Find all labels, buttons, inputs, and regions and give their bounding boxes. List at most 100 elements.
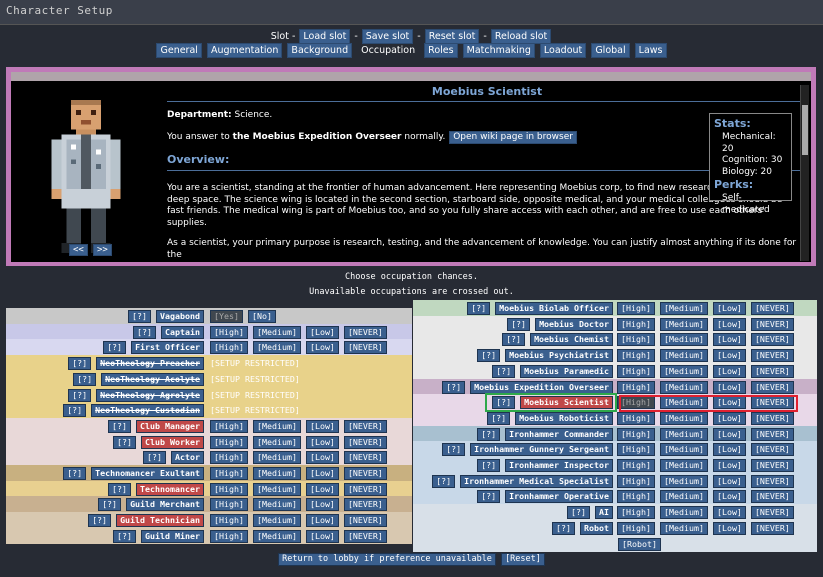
level-never-button[interactable]: [NEVER] <box>343 435 387 449</box>
level-low-button[interactable]: [Low] <box>712 459 746 472</box>
level-medium-button[interactable]: [Medium] <box>659 521 708 535</box>
return-to-lobby-button[interactable]: Return to lobby if preference unavailabl… <box>278 553 496 566</box>
level-high-button[interactable]: [High] <box>210 341 248 355</box>
level-high-button[interactable]: [High] <box>210 419 248 433</box>
level-low-button[interactable]: [Low] <box>305 435 339 449</box>
reload-slot-button[interactable]: Reload slot <box>490 29 552 44</box>
level-medium-button[interactable]: [Medium] <box>659 490 708 504</box>
help-button[interactable]: [?] <box>492 364 516 378</box>
level-never-button[interactable]: [NEVER] <box>750 474 794 488</box>
level-never-button[interactable]: [NEVER] <box>343 529 387 543</box>
level-medium-button[interactable]: [Medium] <box>659 427 708 441</box>
save-slot-button[interactable]: Save slot <box>361 29 414 44</box>
help-button[interactable]: [?] <box>63 467 87 480</box>
tab-global[interactable]: Global <box>591 43 630 58</box>
open-wiki-button[interactable]: Open wiki page in browser <box>449 130 577 144</box>
level-high-button[interactable]: [High] <box>617 521 655 535</box>
level-high-button[interactable]: [High] <box>210 498 248 512</box>
help-button[interactable]: [?] <box>73 372 97 386</box>
next-sprite-button[interactable]: >> <box>93 244 112 256</box>
level-never-button[interactable]: [NEVER] <box>750 349 794 363</box>
level-never-button[interactable]: [NEVER] <box>750 459 794 472</box>
level-never-button[interactable]: [NEVER] <box>750 380 794 394</box>
yes-button[interactable]: [Yes] <box>210 310 243 323</box>
level-never-button[interactable]: [NEVER] <box>750 490 794 504</box>
level-never-button[interactable]: [NEVER] <box>343 325 387 339</box>
tab-general[interactable]: General <box>156 43 202 58</box>
level-high-button[interactable]: [High] <box>617 317 655 331</box>
level-low-button[interactable]: [Low] <box>305 341 339 355</box>
level-high-button[interactable]: [High] <box>617 333 655 347</box>
level-high-button[interactable]: [High] <box>617 302 655 315</box>
help-button[interactable]: [?] <box>108 419 132 433</box>
level-medium-button[interactable]: [Medium] <box>659 474 708 488</box>
level-high-button[interactable]: [High] <box>210 325 248 339</box>
level-high-button[interactable]: [High] <box>617 490 655 504</box>
tab-roles[interactable]: Roles <box>424 43 458 58</box>
help-button[interactable]: [?] <box>552 521 576 535</box>
level-never-button[interactable]: [NEVER] <box>750 317 794 331</box>
robot-button[interactable]: [Robot] <box>618 537 661 551</box>
level-low-button[interactable]: [Low] <box>712 411 746 425</box>
level-low-button[interactable]: [Low] <box>712 443 746 457</box>
level-medium-button[interactable]: [Medium] <box>252 529 301 543</box>
level-high-button[interactable]: [High] <box>210 529 248 543</box>
level-never-button[interactable]: [NEVER] <box>343 451 387 465</box>
level-medium-button[interactable]: [Medium] <box>659 506 708 520</box>
level-low-button[interactable]: [Low] <box>712 506 746 520</box>
level-never-button[interactable]: [NEVER] <box>750 521 794 535</box>
help-button[interactable]: [?] <box>113 435 137 449</box>
level-medium-button[interactable]: [Medium] <box>252 435 301 449</box>
level-never-button[interactable]: [NEVER] <box>343 514 387 528</box>
level-low-button[interactable]: [Low] <box>305 529 339 543</box>
level-medium-button[interactable]: [Medium] <box>659 411 708 425</box>
level-medium-button[interactable]: [Medium] <box>659 380 708 394</box>
level-high-button[interactable]: [High] <box>617 349 655 363</box>
help-button[interactable]: [?] <box>63 404 87 418</box>
help-button[interactable]: [?] <box>128 310 152 323</box>
level-medium-button[interactable]: [Medium] <box>252 482 301 496</box>
level-low-button[interactable]: [Low] <box>305 482 339 496</box>
help-button[interactable]: [?] <box>88 514 112 528</box>
level-low-button[interactable]: [Low] <box>712 302 746 315</box>
help-button[interactable]: [?] <box>477 459 501 472</box>
help-button[interactable]: [?] <box>113 529 137 543</box>
load-slot-button[interactable]: Load slot <box>299 29 351 44</box>
level-never-button[interactable]: [NEVER] <box>343 498 387 512</box>
level-never-button[interactable]: [NEVER] <box>750 427 794 441</box>
level-high-button[interactable]: [High] <box>617 459 655 472</box>
level-never-button[interactable]: [NEVER] <box>750 364 794 378</box>
scrollbar-thumb[interactable] <box>802 105 808 155</box>
reset-slot-button[interactable]: Reset slot <box>424 29 480 44</box>
level-medium-button[interactable]: [Medium] <box>252 451 301 465</box>
level-low-button[interactable]: [Low] <box>712 317 746 331</box>
level-never-button[interactable]: [NEVER] <box>343 467 387 480</box>
level-low-button[interactable]: [Low] <box>712 349 746 363</box>
tab-matchmaking[interactable]: Matchmaking <box>462 43 535 58</box>
tab-loadout[interactable]: Loadout <box>539 43 587 58</box>
level-never-button[interactable]: [NEVER] <box>750 333 794 347</box>
level-low-button[interactable]: [Low] <box>305 325 339 339</box>
level-high-button[interactable]: [High] <box>617 474 655 488</box>
level-never-button[interactable]: [NEVER] <box>750 302 794 315</box>
level-medium-button[interactable]: [Medium] <box>659 459 708 472</box>
tab-laws[interactable]: Laws <box>634 43 667 58</box>
level-high-button[interactable]: [High] <box>617 427 655 441</box>
level-never-button[interactable]: [NEVER] <box>343 419 387 433</box>
help-button[interactable]: [?] <box>467 302 491 315</box>
help-button[interactable]: [?] <box>477 490 501 504</box>
level-low-button[interactable]: [Low] <box>305 498 339 512</box>
no-button[interactable]: [No] <box>247 310 276 323</box>
help-button[interactable]: [?] <box>98 498 122 512</box>
help-button[interactable]: [?] <box>143 451 167 465</box>
level-medium-button[interactable]: [Medium] <box>252 419 301 433</box>
level-never-button[interactable]: [NEVER] <box>750 506 794 520</box>
level-medium-button[interactable]: [Medium] <box>659 302 708 315</box>
level-high-button[interactable]: [High] <box>210 482 248 496</box>
level-low-button[interactable]: [Low] <box>305 514 339 528</box>
level-low-button[interactable]: [Low] <box>712 427 746 441</box>
level-medium-button[interactable]: [Medium] <box>659 317 708 331</box>
help-button[interactable]: [?] <box>507 317 531 331</box>
level-low-button[interactable]: [Low] <box>712 364 746 378</box>
tab-background[interactable]: Background <box>287 43 353 58</box>
